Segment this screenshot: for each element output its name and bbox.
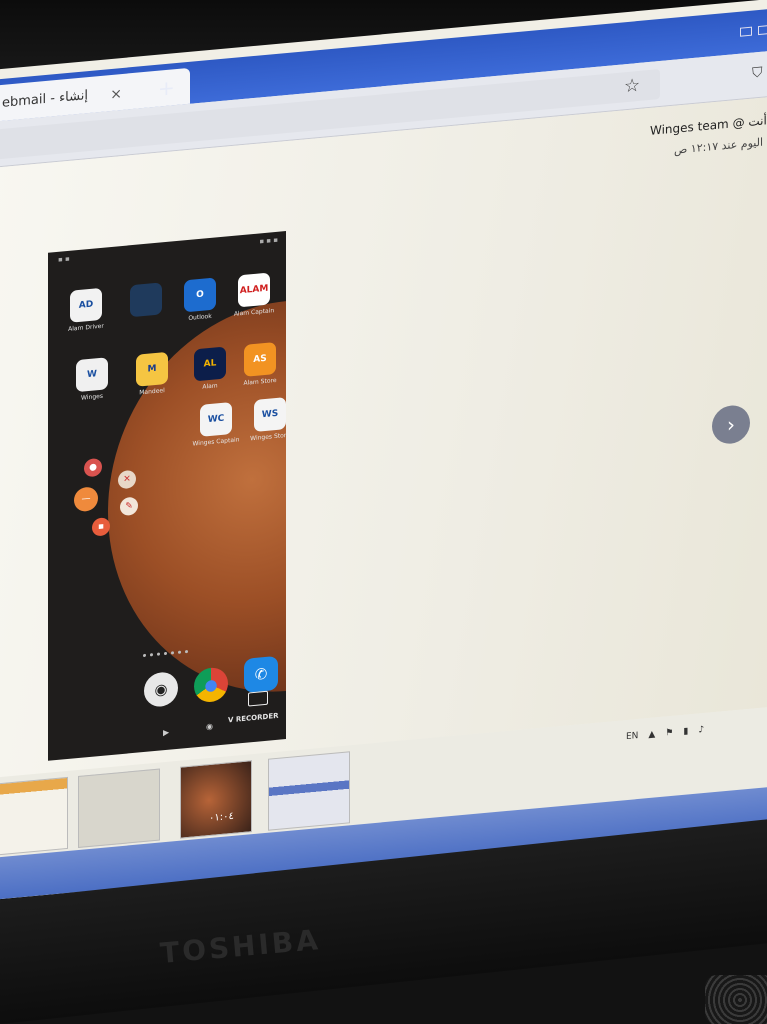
shield-icon[interactable]: ⛉ <box>752 65 763 82</box>
floating-bubble-3[interactable]: ▪ <box>92 517 110 537</box>
app-icon: ALAM <box>238 272 270 308</box>
star-icon[interactable]: ☆ <box>624 75 640 97</box>
app-9[interactable]: WS Winges Store <box>242 396 286 443</box>
app-icon: AL <box>194 346 226 382</box>
app-6[interactable]: AL Alam <box>182 345 238 392</box>
recorder-watermark: V RECORDER <box>228 711 279 725</box>
network-icon[interactable]: ▲ <box>648 729 655 740</box>
status-left: ▪ ▪ <box>58 254 70 264</box>
maximize-button[interactable] <box>758 25 767 36</box>
thumbnail-3[interactable]: ٠١:٠٤ <box>180 760 252 839</box>
chrome-icon[interactable]: ● <box>194 666 228 704</box>
photo-scene: ebmail - إنشاء × + ☆ ⛉ أنت @ Winges team… <box>0 0 767 1024</box>
video-recorder-icon <box>248 690 268 707</box>
app-8[interactable]: WC Winges Captain <box>188 401 244 448</box>
new-tab-button[interactable]: + <box>158 75 175 101</box>
app-7[interactable]: AS Alam Store <box>232 341 286 388</box>
nav-back-button[interactable]: ▶ <box>163 728 169 738</box>
app-icon: M <box>136 351 168 387</box>
status-right: ▪ ▪ ▪ <box>259 235 278 246</box>
laptop-screen: ebmail - إنشاء × + ☆ ⛉ أنت @ Winges team… <box>0 0 767 901</box>
app-icon: O <box>184 277 216 313</box>
email-sender: أنت @ Winges team <box>650 113 767 138</box>
email-timestamp: اليوم عند ١٢:١٧ ص <box>674 135 764 157</box>
app-label <box>118 316 174 321</box>
app-icon <box>130 282 162 318</box>
phone-icon[interactable]: ✆ <box>244 655 278 693</box>
speaker-grille <box>705 975 767 1024</box>
language-indicator[interactable]: EN <box>626 731 638 742</box>
minimize-button[interactable] <box>740 26 752 37</box>
app-icon: AD <box>70 287 102 323</box>
nav-home-button[interactable]: ◉ <box>206 722 213 732</box>
app-label: Winges <box>81 392 103 402</box>
tab-close-icon[interactable]: × <box>110 86 122 103</box>
email-view: أنت @ Winges team اليوم عند ١٢:١٧ ص › ▪ … <box>0 95 767 779</box>
window-controls <box>740 25 767 37</box>
app-1[interactable] <box>118 281 174 321</box>
app-label: Alam Driver <box>68 322 104 333</box>
floating-bubble-1[interactable]: ● <box>84 457 102 478</box>
volume-icon[interactable]: ♪ <box>698 725 704 736</box>
thumbnail-4[interactable] <box>268 751 350 831</box>
phone-screenshot-preview[interactable]: ▪ ▪ ▪ ▪ ▪ AD Alam Driver O Outlook ALAM Alam … <box>48 231 286 761</box>
app-5[interactable]: M Mandeel <box>124 351 180 398</box>
app-4[interactable]: W Winges <box>64 356 120 403</box>
phone-status-bar: ▪ ▪ ▪ ▪ ▪ <box>58 236 278 264</box>
app-icon: WC <box>200 401 232 437</box>
signal-icon[interactable]: ▮ <box>683 726 688 736</box>
video-duration: ٠١:٠٤ <box>209 810 234 825</box>
app-0[interactable]: AD Alam Driver <box>58 287 114 334</box>
app-icon: WS <box>254 397 286 432</box>
flag-icon[interactable]: ⚑ <box>665 728 673 739</box>
next-attachment-button[interactable]: › <box>712 403 750 446</box>
tab-title: ebmail - إنشاء <box>2 87 88 111</box>
app-3[interactable]: ALAM Alam Captain <box>226 271 282 318</box>
thumbnail-1[interactable] <box>0 776 68 856</box>
floating-bubble-2[interactable]: — <box>74 486 98 513</box>
app-icon: AS <box>244 341 276 377</box>
camera-icon[interactable]: ◉ <box>144 670 178 708</box>
app-icon: W <box>76 357 108 393</box>
thumbnail-2[interactable] <box>78 768 160 848</box>
app-2[interactable]: O Outlook <box>172 276 228 323</box>
